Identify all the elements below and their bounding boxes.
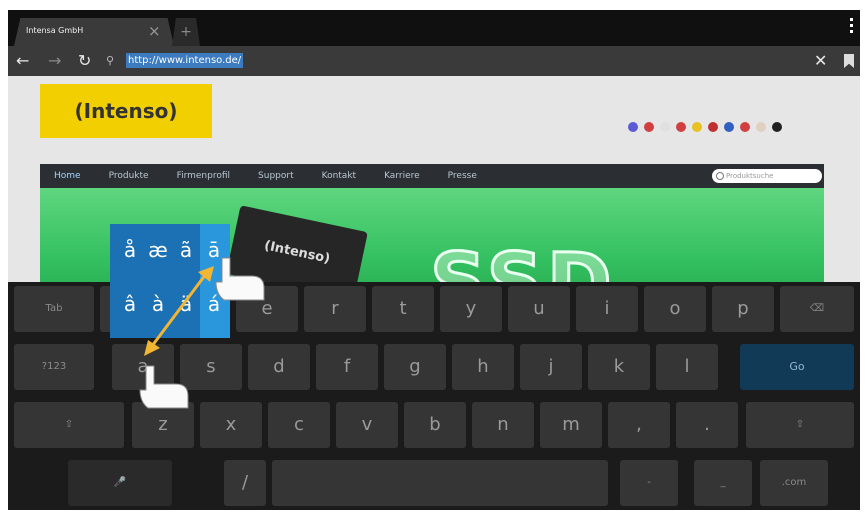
key-k[interactable]: k <box>588 344 650 390</box>
hand-pointer-icon <box>215 257 265 301</box>
accent-option[interactable]: å <box>116 238 144 262</box>
accent-option[interactable]: æ <box>144 238 172 262</box>
key-c[interactable]: c <box>268 402 330 448</box>
flag-icon[interactable] <box>756 122 766 132</box>
key-[interactable]: . <box>676 402 738 448</box>
flag-icon[interactable] <box>724 122 734 132</box>
key-[interactable]: _ <box>694 460 752 506</box>
flag-icon[interactable] <box>628 122 638 132</box>
key-d[interactable]: d <box>248 344 310 390</box>
clear-icon[interactable]: ✕ <box>814 51 827 71</box>
bookmark-icon[interactable] <box>844 54 854 68</box>
search-icon: ⚲ <box>106 54 115 67</box>
intenso-logo[interactable]: (Intenso) <box>40 84 212 138</box>
url-field[interactable]: http://www.intenso.de/ <box>126 53 244 68</box>
hand-pointer-icon <box>139 365 189 409</box>
key-h[interactable]: h <box>452 344 514 390</box>
new-tab-button[interactable]: + <box>172 18 200 46</box>
key-space[interactable] <box>272 460 608 506</box>
nav-item-presse[interactable]: Presse <box>434 171 491 181</box>
key-m[interactable]: m <box>540 402 602 448</box>
key-Go[interactable]: Go <box>740 344 854 390</box>
flag-icon[interactable] <box>740 122 750 132</box>
key-o[interactable]: o <box>644 286 706 332</box>
key-x[interactable]: x <box>200 402 262 448</box>
flag-icon[interactable] <box>660 122 670 132</box>
key-Tab[interactable]: Tab <box>14 286 94 332</box>
tab-close-icon[interactable]: × <box>148 22 161 40</box>
nav-item-produkte[interactable]: Produkte <box>95 171 163 181</box>
tab-strip: Intensa GmbH × + <box>8 10 860 46</box>
key-[interactable]: ⌫ <box>780 286 854 332</box>
nav-item-karriere[interactable]: Karriere <box>370 171 434 181</box>
tab-title: Intensa GmbH <box>26 26 84 35</box>
language-flags <box>628 122 782 132</box>
browser-toolbar: ← → ↻ ⚲ http://www.intenso.de/ ✕ <box>8 46 860 76</box>
key-com[interactable]: .com <box>760 460 828 506</box>
key-f[interactable]: f <box>316 344 378 390</box>
key-l[interactable]: l <box>656 344 718 390</box>
swipe-arrow-icon <box>144 266 214 356</box>
site-search-input[interactable]: Produktsuche <box>712 169 822 183</box>
key-y[interactable]: y <box>440 286 502 332</box>
key-n[interactable]: n <box>472 402 534 448</box>
key-j[interactable]: j <box>520 344 582 390</box>
key-[interactable]: 🎤 <box>68 460 172 506</box>
site-search-icon <box>716 172 724 180</box>
back-icon[interactable]: ← <box>16 51 29 71</box>
reload-icon[interactable]: ↻ <box>78 51 91 71</box>
key-[interactable]: ⇧ <box>746 402 854 448</box>
key-[interactable]: ⇧ <box>14 402 124 448</box>
flag-icon[interactable] <box>708 122 718 132</box>
key-b[interactable]: b <box>404 402 466 448</box>
android-screen: Intensa GmbH × + ← → ↻ ⚲ http://www.inte… <box>8 10 860 510</box>
key-[interactable]: - <box>620 460 678 506</box>
key-?123[interactable]: ?123 <box>14 344 94 390</box>
flag-icon[interactable] <box>676 122 686 132</box>
nav-item-home[interactable]: Home <box>40 171 95 181</box>
key-[interactable]: , <box>608 402 670 448</box>
site-nav: Home Produkte Firmenprofil Support Kontakt Ka… <box>40 164 824 188</box>
flag-icon[interactable] <box>692 122 702 132</box>
key-v[interactable]: v <box>336 402 398 448</box>
key-t[interactable]: t <box>372 286 434 332</box>
forward-icon[interactable]: → <box>48 51 61 71</box>
nav-item-support[interactable]: Support <box>244 171 308 181</box>
accent-option[interactable]: ã <box>172 238 200 262</box>
key-g[interactable]: g <box>384 344 446 390</box>
flag-icon[interactable] <box>644 122 654 132</box>
nav-item-firmenprofil[interactable]: Firmenprofil <box>163 171 244 181</box>
key-r[interactable]: r <box>304 286 366 332</box>
key-i[interactable]: i <box>576 286 638 332</box>
nav-item-kontakt[interactable]: Kontakt <box>308 171 370 181</box>
key-u[interactable]: u <box>508 286 570 332</box>
key-p[interactable]: p <box>712 286 774 332</box>
key-[interactable]: / <box>224 460 266 506</box>
flag-icon[interactable] <box>772 122 782 132</box>
menu-icon[interactable] <box>850 18 854 36</box>
